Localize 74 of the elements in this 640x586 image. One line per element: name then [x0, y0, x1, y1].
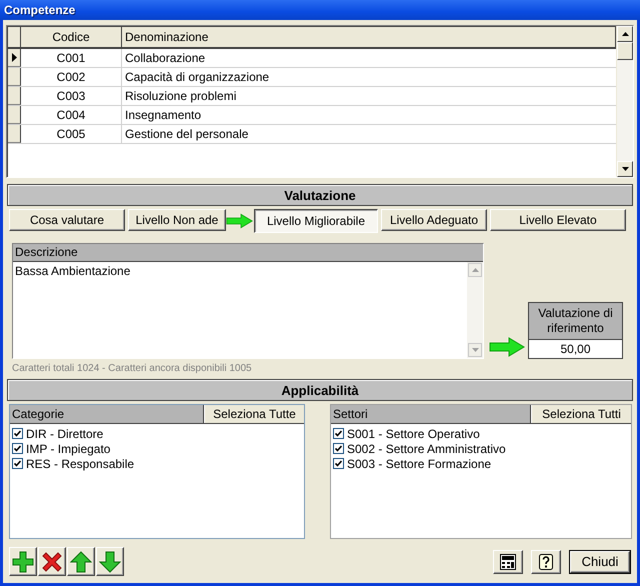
checkbox[interactable]	[12, 458, 23, 469]
tab[interactable]: Livello Non ade	[128, 209, 226, 231]
table-cell: C003	[21, 87, 122, 105]
select-all-button[interactable]: Seleziona Tutti	[531, 405, 631, 423]
row-header[interactable]	[8, 68, 21, 86]
checkbox-label: DIR - Direttore	[26, 426, 104, 440]
table-cell-text: Risoluzione problemi	[124, 88, 238, 105]
arrow-down-button[interactable]	[96, 547, 124, 576]
list-header: Categorie	[10, 405, 204, 423]
table-cell-text: Insegnamento	[124, 107, 202, 124]
field-label: Valutazione di riferimento	[529, 303, 622, 340]
field-label: Descrizione	[13, 244, 483, 262]
pointer-arrow-icon	[489, 337, 525, 357]
arrow-up-button[interactable]	[67, 547, 95, 576]
list-header: Settori	[331, 405, 531, 423]
table-cell: C005	[21, 125, 122, 143]
table-cell-text: Gestione del personale	[124, 126, 250, 143]
row-header[interactable]	[8, 125, 21, 143]
arrow-up-icon	[70, 550, 92, 572]
checkbox-label: S002 - Settore Amministrativo	[347, 442, 506, 456]
table-cell-text: Collaborazione	[124, 50, 206, 67]
checkbox-label: S003 - Settore Formazione	[347, 456, 492, 470]
table-cell: C002	[21, 68, 122, 86]
up-arrow-icon	[622, 32, 628, 36]
close-button[interactable]: Chiudi	[569, 550, 631, 574]
checkbox[interactable]	[333, 458, 344, 469]
checkbox[interactable]	[12, 428, 23, 439]
row-header[interactable]	[8, 49, 21, 67]
checkbox[interactable]	[333, 428, 344, 439]
checkmark-icon	[335, 445, 342, 452]
help-icon	[538, 552, 554, 570]
character-count: Caratteri totali 1024 - Caratteri ancora disponibili 1005	[12, 363, 253, 376]
current-row-icon	[12, 53, 16, 62]
delete-button[interactable]	[38, 547, 66, 576]
plus-icon	[12, 550, 34, 572]
row-header[interactable]	[8, 87, 21, 105]
down-arrow-icon	[622, 167, 628, 171]
checkbox[interactable]	[12, 443, 23, 454]
tab[interactable]: Livello Adeguato	[381, 209, 487, 231]
scroll-thumb[interactable]	[617, 42, 633, 60]
checkbox-label: RES - Responsabile	[26, 456, 134, 470]
field-value: Bassa Ambientazione	[14, 263, 132, 280]
column-header[interactable]: Codice	[21, 27, 122, 47]
calculator-button[interactable]	[493, 550, 523, 574]
table-cell-text: Capacità di organizzazione	[124, 69, 270, 86]
checkmark-icon	[14, 445, 21, 452]
table-cell: C004	[21, 106, 122, 124]
tab[interactable]: Livello Migliorabile	[254, 209, 378, 233]
checkmark-icon	[335, 460, 342, 467]
description-field[interactable]: Descrizione Bassa Ambientazione	[12, 243, 484, 359]
plus-button[interactable]	[9, 547, 37, 576]
checkbox[interactable]	[333, 443, 344, 454]
section-header: Valutazione	[7, 184, 633, 206]
calculator-icon	[499, 552, 517, 570]
down-arrow-icon	[472, 348, 478, 352]
checkmark-icon	[14, 430, 21, 437]
scrollbar[interactable]	[616, 26, 633, 177]
checkmark-icon	[14, 460, 21, 467]
select-all-button[interactable]: Seleziona Tutte	[204, 405, 304, 423]
delete-icon	[41, 550, 63, 572]
reference-value-field[interactable]: 50,00	[529, 340, 622, 358]
help-button[interactable]	[531, 550, 561, 574]
checkbox-label: S001 - Settore Operativo	[347, 426, 480, 440]
section-header: Applicabilità	[7, 379, 633, 401]
row-header[interactable]	[8, 106, 21, 124]
pointer-arrow-icon	[226, 211, 253, 231]
checkmark-icon	[335, 430, 342, 437]
up-arrow-icon	[472, 268, 478, 272]
arrow-down-icon	[99, 550, 121, 572]
tab[interactable]: Cosa valutare	[9, 209, 125, 231]
table-cell: C001	[21, 49, 122, 67]
window-title: Competenze	[4, 3, 76, 17]
tab[interactable]: Livello Elevato	[490, 209, 626, 231]
checkbox-label: IMP - Impiegato	[26, 442, 110, 456]
